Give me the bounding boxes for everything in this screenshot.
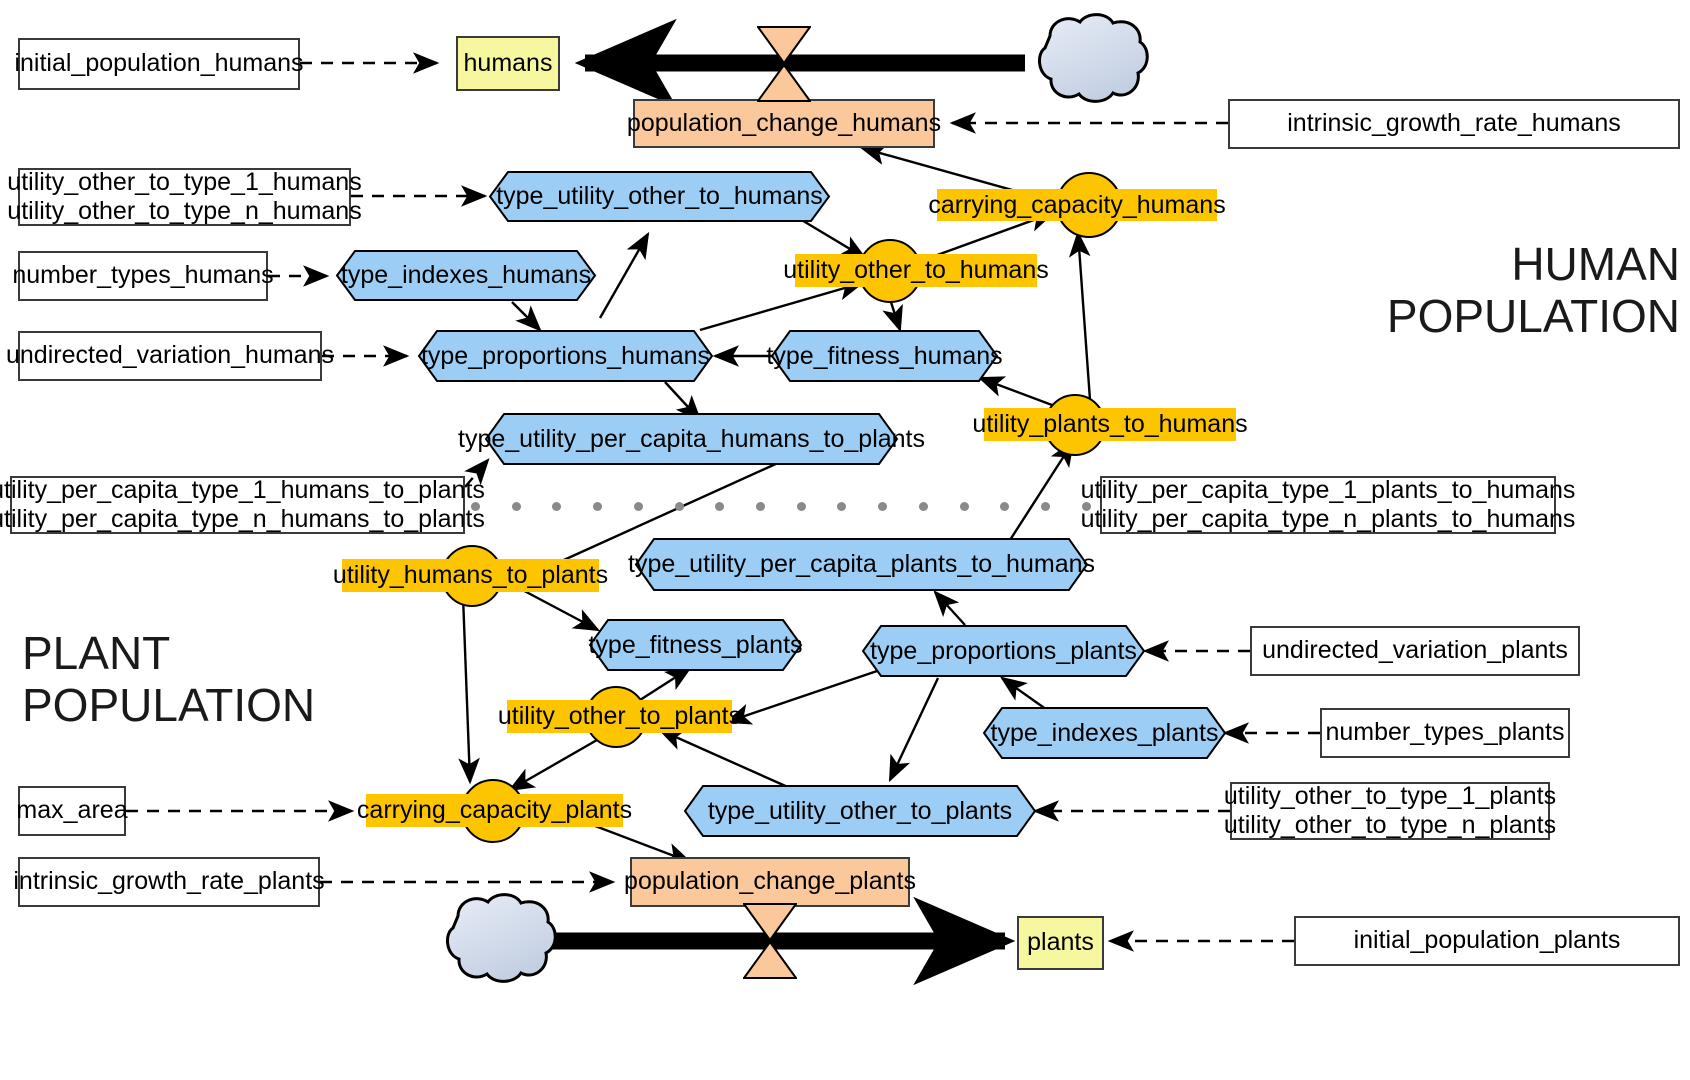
variable-label: type_fitness_humans [766, 341, 1003, 370]
param-label-line2: utility_per_capita_type_n_humans_to_plan… [0, 505, 485, 533]
param-utility-other-to-type-humans[interactable]: utility_other_to_type_1_humans utility_o… [7, 168, 362, 226]
param-initial-population-humans[interactable]: initial_population_humans [14, 38, 304, 90]
stock-label: plants [1027, 928, 1094, 957]
param-label: undirected_variation_humans [6, 341, 334, 370]
param-utility-per-capita-plants-to-humans[interactable]: utility_per_capita_type_1_plants_to_huma… [1081, 476, 1575, 534]
variable-label: type_fitness_plants [588, 630, 803, 659]
flow-population-change-humans[interactable]: population_change_humans [627, 99, 941, 148]
valve-icon-plants [742, 903, 798, 979]
variable-type-utility-other-to-plants[interactable]: type_utility_other_to_plants [683, 785, 1037, 837]
aux-carrying-capacity-humans[interactable]: carrying_capacity_humans [928, 172, 1226, 242]
aux-label: carrying_capacity_plants [357, 794, 632, 827]
variable-type-proportions-humans[interactable]: type_proportions_humans [417, 330, 714, 382]
param-intrinsic-growth-rate-humans[interactable]: intrinsic_growth_rate_humans [1228, 99, 1680, 149]
param-label: number_types_humans [12, 261, 274, 290]
variable-label: type_proportions_humans [420, 341, 711, 370]
param-max-area[interactable]: max_area [16, 786, 128, 836]
aux-label: utility_plants_to_humans [972, 408, 1248, 441]
variable-label: type_indexes_humans [340, 261, 592, 289]
aux-utility-plants-to-humans[interactable]: utility_plants_to_humans [972, 394, 1248, 458]
param-intrinsic-growth-rate-plants[interactable]: intrinsic_growth_rate_plants [13, 857, 325, 907]
param-label: initial_population_humans [14, 49, 304, 78]
param-label: undirected_variation_plants [1262, 636, 1568, 665]
param-label: intrinsic_growth_rate_plants [13, 867, 325, 896]
param-number-types-humans[interactable]: number_types_humans [12, 251, 274, 301]
variable-label: type_utility_other_to_plants [707, 796, 1013, 825]
valve-icon-humans [756, 26, 812, 102]
section-title-plant-population: PLANT POPULATION [22, 627, 316, 732]
ellipsis-divider-icon [471, 500, 1091, 512]
variable-type-fitness-humans[interactable]: type_fitness_humans [766, 330, 1003, 382]
variable-type-utility-per-capita-humans-to-plants[interactable]: type_utility_per_capita_humans_to_plants [458, 413, 925, 465]
aux-utility-other-to-humans[interactable]: utility_other_to_humans [783, 239, 1049, 305]
param-label-line1: utility_other_to_type_1_plants [1223, 781, 1557, 810]
variable-label: type_utility_other_to_humans [496, 182, 823, 210]
aux-label: utility_other_to_plants [498, 700, 741, 733]
param-label: intrinsic_growth_rate_humans [1287, 109, 1621, 138]
param-label: initial_population_plants [1353, 926, 1621, 955]
variable-type-utility-per-capita-plants-to-humans[interactable]: type_utility_per_capita_plants_to_humans [628, 538, 1095, 591]
aux-label: carrying_capacity_humans [928, 189, 1226, 221]
param-initial-population-plants[interactable]: initial_population_plants [1294, 916, 1680, 966]
stock-label: humans [463, 48, 553, 77]
param-label-line2: utility_other_to_type_n_humans [7, 197, 362, 225]
flow-label: population_change_plants [624, 867, 916, 896]
cloud-icon-humans [1012, 10, 1152, 108]
variable-label: type_utility_per_capita_plants_to_humans [628, 550, 1095, 578]
param-label-line2: utility_per_capita_type_n_plants_to_huma… [1080, 505, 1576, 533]
variable-type-indexes-plants[interactable]: type_indexes_plants [982, 707, 1227, 759]
param-label-line1: utility_other_to_type_1_humans [7, 167, 362, 196]
param-undirected-variation-plants[interactable]: undirected_variation_plants [1250, 626, 1580, 676]
stock-humans[interactable]: humans [456, 36, 560, 91]
aux-label: utility_humans_to_plants [333, 559, 608, 592]
flow-population-change-plants[interactable]: population_change_plants [624, 857, 916, 907]
aux-carrying-capacity-plants[interactable]: carrying_capacity_plants [357, 779, 632, 845]
param-number-types-plants[interactable]: number_types_plants [1320, 708, 1570, 758]
param-label-line1: utility_per_capita_type_1_humans_to_plan… [0, 475, 485, 504]
aux-label: utility_other_to_humans [783, 254, 1049, 287]
aux-utility-other-to-plants[interactable]: utility_other_to_plants [498, 686, 741, 750]
variable-type-indexes-humans[interactable]: type_indexes_humans [335, 250, 597, 301]
flow-label: population_change_humans [626, 108, 942, 137]
param-utility-other-to-type-plants[interactable]: utility_other_to_type_1_plants utility_o… [1224, 782, 1556, 840]
variable-type-fitness-plants[interactable]: type_fitness_plants [588, 619, 803, 671]
system-dynamics-diagram: initial_population_humans intrinsic_grow… [0, 0, 1690, 1080]
param-label-line2: utility_other_to_type_n_plants [1223, 811, 1557, 839]
variable-label: type_utility_per_capita_humans_to_plants [458, 424, 925, 453]
aux-utility-humans-to-plants[interactable]: utility_humans_to_plants [333, 545, 608, 609]
cloud-icon-plants [420, 890, 560, 988]
stock-plants[interactable]: plants [1017, 916, 1104, 970]
variable-type-utility-other-to-humans[interactable]: type_utility_other_to_humans [488, 171, 831, 222]
variable-type-proportions-plants[interactable]: type_proportions_plants [861, 625, 1146, 677]
param-undirected-variation-humans[interactable]: undirected_variation_humans [6, 331, 334, 381]
variable-label: type_indexes_plants [990, 718, 1219, 747]
param-label-line1: utility_per_capita_type_1_plants_to_huma… [1080, 475, 1576, 504]
param-label: number_types_plants [1325, 718, 1565, 747]
param-utility-per-capita-humans-to-plants[interactable]: utility_per_capita_type_1_humans_to_plan… [0, 476, 485, 534]
param-label: max_area [16, 796, 128, 825]
variable-label: type_proportions_plants [870, 636, 1137, 665]
section-title-human-population: HUMAN POPULATION [1386, 238, 1680, 343]
